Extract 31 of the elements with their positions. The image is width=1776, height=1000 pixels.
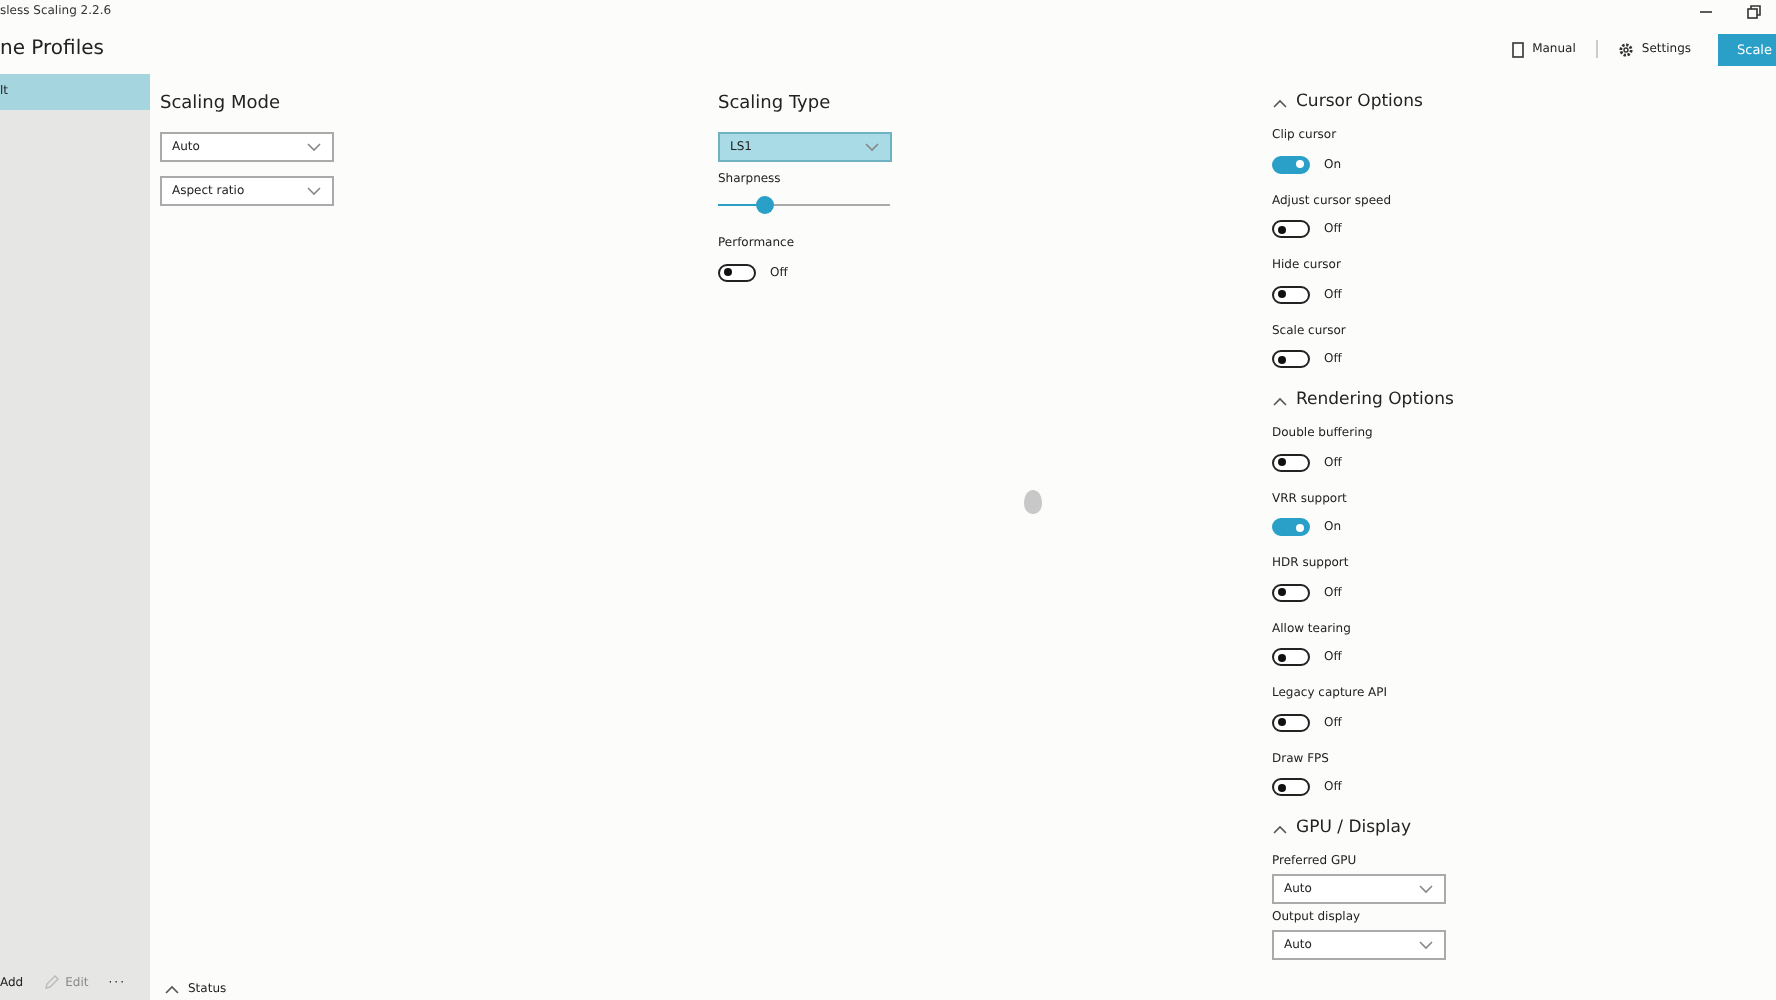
toggle-switch[interactable] [1272,220,1310,238]
chevron-up-icon [1272,98,1288,108]
section-heading: Scaling Mode [160,92,280,116]
toggle-switch[interactable] [1272,350,1310,368]
toggle-switch[interactable] [1272,285,1310,303]
toggle-switch[interactable] [1272,648,1310,666]
toggle-switch[interactable] [1272,713,1310,731]
page-title: ne Profiles [0,37,104,61]
chevron-down-icon [1418,940,1434,950]
toggle-switch[interactable] [718,263,756,281]
mouse-cursor-icon [1024,490,1042,514]
chevron-down-icon [306,186,322,196]
chevron-down-icon [1418,884,1434,894]
chevron-up-icon [1272,396,1288,406]
section-header[interactable]: Rendering Options [1272,390,1454,412]
restore-icon [1746,4,1762,20]
toggle-switch[interactable] [1272,583,1310,601]
section-header[interactable]: GPU / Display [1272,818,1412,840]
toggle-switch[interactable] [1272,518,1310,536]
pencil-icon [43,974,60,990]
section-header[interactable]: Cursor Options [1272,92,1423,114]
chevron-up-icon [164,983,180,993]
document-icon [1512,41,1525,57]
toggle-switch[interactable] [1272,778,1310,796]
chevron-up-icon [1272,824,1288,834]
toggle-switch[interactable] [1272,453,1310,471]
section-heading: Scaling Type [718,92,831,116]
toggle-switch[interactable] [1272,155,1310,173]
chevron-down-icon [864,142,880,152]
settings-icon [1617,41,1634,57]
chevron-down-icon [306,142,322,152]
